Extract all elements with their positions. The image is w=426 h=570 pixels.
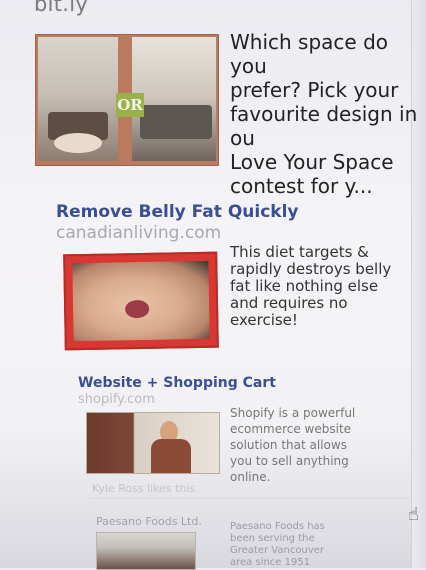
hand-pointer-icon: ☝ bbox=[408, 504, 419, 525]
shopify-ad-domain[interactable]: shopify.com bbox=[78, 392, 155, 407]
belly-ad-title[interactable]: Remove Belly Fat Quickly bbox=[56, 202, 299, 222]
ad-divider bbox=[90, 498, 410, 499]
space-ad-text[interactable]: Which space do you prefer? Pick your fav… bbox=[230, 30, 426, 198]
paesano-ad-text[interactable]: Paesano Foods has been serving the Great… bbox=[230, 521, 400, 569]
mouth-shape bbox=[124, 299, 150, 319]
shopify-ad-text[interactable]: Shopify is a powerful ecommerce website … bbox=[230, 405, 400, 485]
social-like-text: Kyle Ross likes this. bbox=[92, 482, 199, 495]
belly-ad-domain[interactable]: canadianliving.com bbox=[56, 223, 221, 243]
belly-ad-text[interactable]: This diet targets & rapidly destroys bel… bbox=[230, 244, 410, 329]
face-photo bbox=[72, 260, 210, 342]
room-photo-right bbox=[132, 37, 216, 161]
top-source-link[interactable]: bit.ly bbox=[34, 0, 88, 16]
shopify-ad-title[interactable]: Website + Shopping Cart bbox=[78, 375, 276, 391]
room-photo-left bbox=[38, 37, 118, 161]
shopify-ad-image[interactable] bbox=[86, 412, 220, 474]
paesano-ad-image[interactable] bbox=[96, 532, 196, 570]
or-badge: OR bbox=[116, 93, 144, 117]
woman-photo-body bbox=[151, 439, 191, 473]
paesano-ad-title[interactable]: Paesano Foods Ltd. bbox=[96, 515, 202, 528]
facebook-ad-column: bit.ly OR Which space do you prefer? Pic… bbox=[0, 0, 426, 570]
belly-ad-image[interactable] bbox=[63, 251, 219, 351]
space-ad-image[interactable]: OR bbox=[35, 34, 219, 166]
